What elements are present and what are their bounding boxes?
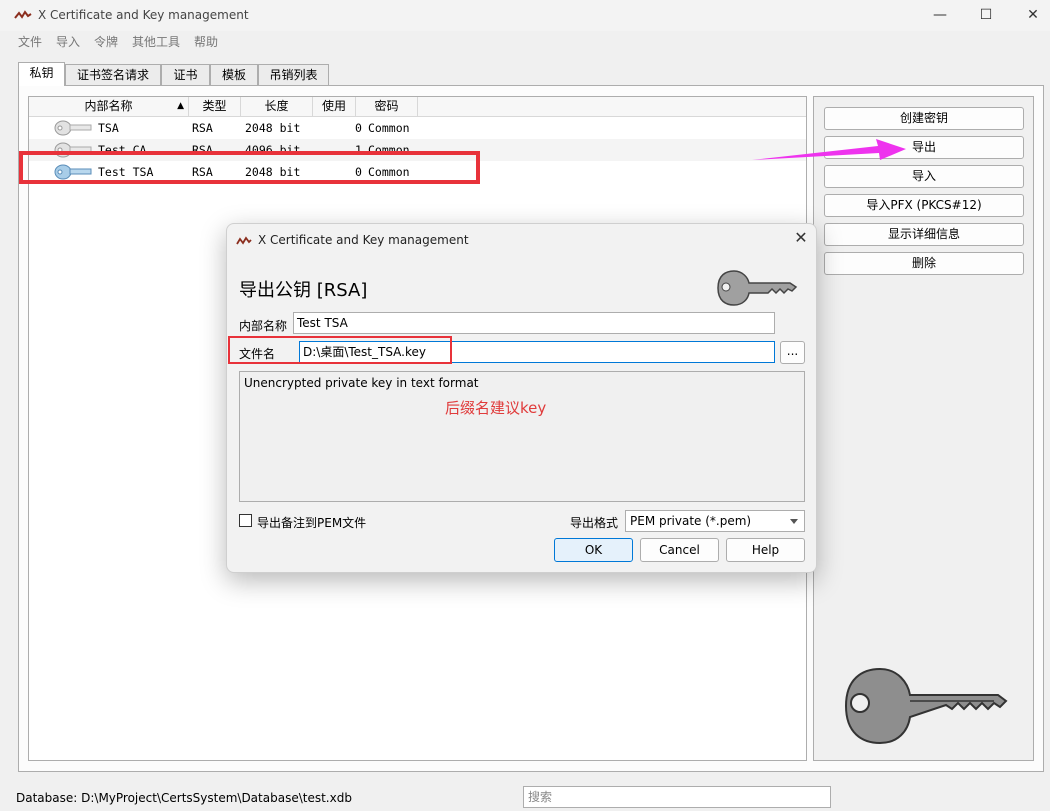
key-list-header: 内部名称 ▲ 类型 长度 使用 密码: [29, 97, 806, 117]
internal-name-label: 内部名称: [239, 319, 288, 333]
format-description: Unencrypted private key in text format: [244, 376, 479, 390]
export-format-select[interactable]: PEM private (*.pem): [625, 510, 805, 532]
highlight-box-filename: [228, 336, 452, 364]
pem-comment-label: 导出备注到PEM文件: [257, 516, 367, 530]
browse-button[interactable]: ...: [780, 341, 805, 364]
show-details-button[interactable]: 显示详细信息: [824, 223, 1024, 246]
create-key-button[interactable]: 创建密钥: [824, 107, 1024, 130]
dialog-heading: 导出公钥 [RSA]: [239, 280, 368, 301]
menu-file[interactable]: 文件: [18, 33, 42, 50]
tab-csr[interactable]: 证书签名请求: [65, 64, 161, 85]
delete-button[interactable]: 删除: [824, 252, 1024, 275]
window-title: X Certificate and Key management: [38, 8, 249, 22]
highlight-box-selected-row: [19, 151, 480, 184]
export-format-label: 导出格式: [570, 516, 619, 530]
column-header-length[interactable]: 长度: [241, 97, 313, 117]
import-button[interactable]: 导入: [824, 165, 1024, 188]
tab-revocation-lists[interactable]: 吊销列表: [258, 64, 329, 85]
menu-token[interactable]: 令牌: [94, 33, 118, 50]
database-path: Database: D:\MyProject\CertsSystem\Datab…: [16, 791, 352, 805]
key-icon: [54, 120, 92, 136]
tab-certificates[interactable]: 证书: [161, 64, 210, 85]
xca-logo-icon: [236, 236, 252, 245]
suffix-annotation: 后缀名建议key: [445, 399, 547, 417]
sort-ascending-icon: ▲: [177, 101, 184, 111]
close-button[interactable]: ✕: [1010, 0, 1050, 31]
annotation-arrow-icon: [752, 139, 906, 160]
chevron-down-icon: [790, 519, 798, 524]
minimize-button[interactable]: —: [917, 0, 963, 31]
xca-key-logo-icon: [844, 667, 1008, 745]
title-bar: X Certificate and Key management — ☐ ✕: [0, 0, 1050, 31]
maximize-button[interactable]: ☐: [963, 0, 1009, 31]
column-header-password[interactable]: 密码: [356, 97, 418, 117]
xca-logo-icon: [14, 10, 32, 19]
dialog-title: X Certificate and Key management: [258, 233, 469, 247]
internal-name-field[interactable]: Test TSA: [293, 312, 775, 334]
import-pfx-button[interactable]: 导入PFX (PKCS#12): [824, 194, 1024, 217]
column-header-name[interactable]: 内部名称 ▲: [29, 97, 189, 117]
key-logo-icon: [717, 270, 798, 306]
tab-templates[interactable]: 模板: [210, 64, 258, 85]
help-button[interactable]: Help: [726, 538, 805, 562]
menu-help[interactable]: 帮助: [194, 33, 218, 50]
export-key-dialog: X Certificate and Key management ✕ 导出公钥 …: [226, 223, 817, 573]
cancel-button[interactable]: Cancel: [640, 538, 719, 562]
format-description-box: Unencrypted private key in text format: [239, 371, 805, 502]
search-input[interactable]: 搜索: [523, 786, 831, 808]
dialog-close-button[interactable]: ✕: [791, 228, 811, 248]
column-header-type[interactable]: 类型: [189, 97, 241, 117]
tab-private-keys[interactable]: 私钥: [18, 62, 65, 86]
menu-bar: 文件 导入 令牌 其他工具 帮助: [0, 31, 1050, 51]
pem-comment-checkbox[interactable]: [239, 514, 252, 527]
menu-other-tools[interactable]: 其他工具: [132, 33, 180, 50]
column-header-use[interactable]: 使用: [313, 97, 356, 117]
menu-import[interactable]: 导入: [56, 33, 80, 50]
ok-button[interactable]: OK: [554, 538, 633, 562]
table-row[interactable]: TSA RSA 2048 bit 0 Common: [29, 117, 806, 139]
